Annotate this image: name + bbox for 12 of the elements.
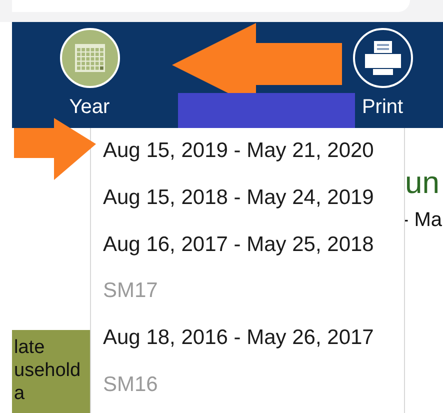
- printer-icon: [364, 41, 400, 75]
- menu-item[interactable]: Aug 16, 2017 - May 25, 2018: [103, 226, 404, 272]
- panel-text: usehold: [14, 359, 81, 382]
- toolbar-label: Year: [69, 96, 110, 119]
- menu-item[interactable]: Aug 15, 2018 - May 24, 2019: [103, 178, 404, 226]
- panel-text: a: [14, 382, 25, 405]
- panel-text: late: [14, 336, 45, 359]
- page-heading: un: [405, 165, 440, 201]
- menu-item[interactable]: Aug 15, 2019 - May 21, 2020: [103, 132, 404, 179]
- menu-item[interactable]: Aug 18, 2016 - May 26, 2017: [103, 319, 404, 366]
- toolbar-label: Print: [362, 96, 404, 119]
- calendar-icon: [74, 44, 104, 72]
